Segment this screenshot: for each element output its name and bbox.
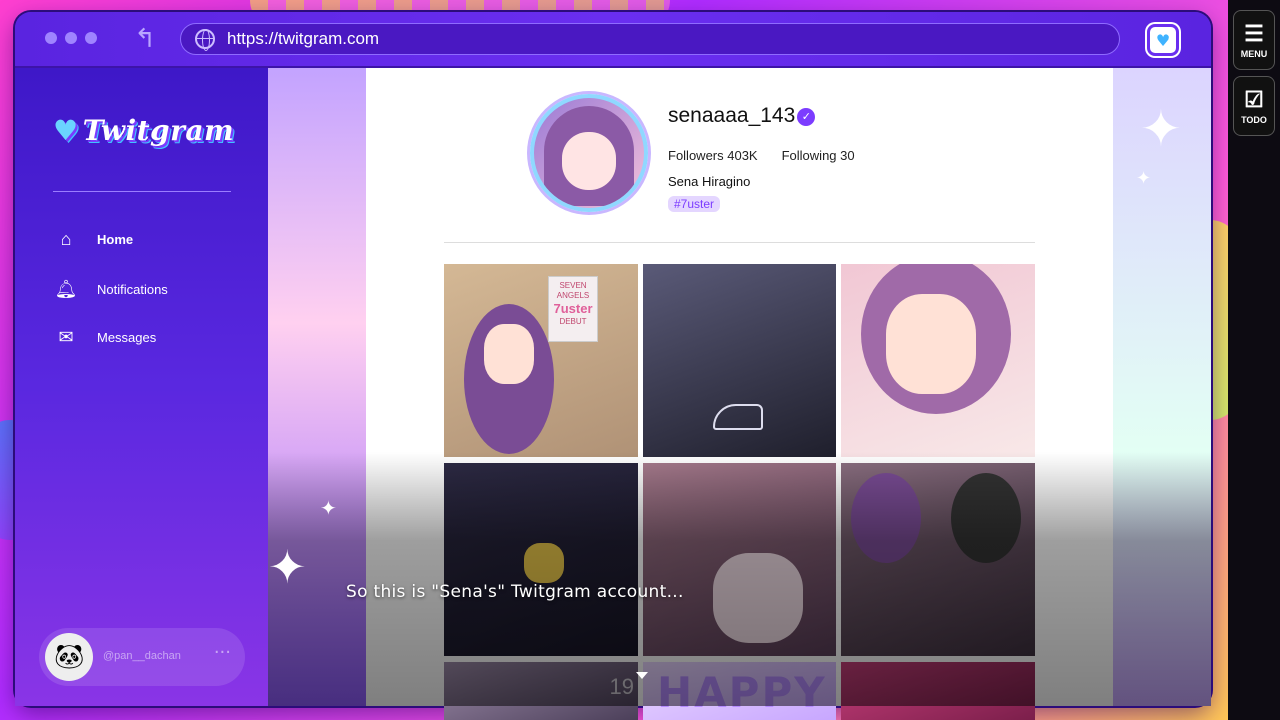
heart-app-icon[interactable]: ♥ — [1147, 24, 1179, 56]
window-dot — [45, 32, 57, 44]
todo-label: TODO — [1241, 115, 1267, 125]
sidebar-item-label: Notifications — [97, 281, 168, 297]
verified-badge-icon: ✓ — [797, 108, 816, 126]
window-dot — [65, 32, 77, 44]
sparkle-icon: ✦ — [320, 496, 337, 520]
url-text: https://twitgram.com — [227, 29, 380, 48]
sidebar-item-messages[interactable]: ✉ Messages — [55, 326, 156, 348]
user-handle: @pan__dachan — [103, 650, 181, 662]
profile-display-name: Sena Hiragino — [668, 174, 751, 189]
user-account-pill[interactable]: 🐼︎ @pan__dachan ··· — [39, 628, 245, 686]
menu-button[interactable]: ☰ MENU — [1233, 10, 1275, 70]
poster-brand: 7uster — [553, 301, 593, 316]
character-face — [484, 324, 534, 384]
back-arrow-icon[interactable]: ↰ — [130, 24, 160, 54]
mail-icon: ✉ — [58, 326, 74, 347]
profile-username: senaaaa_143 ✓ — [668, 104, 816, 128]
post-thumbnail[interactable] — [643, 264, 836, 457]
home-icon: ⌂ — [60, 228, 72, 249]
browser-toolbar: ↰ https://twitgram.com ♥ — [15, 12, 1211, 68]
poster-text: SEVEN ANGELS — [556, 281, 590, 300]
sparkle-icon: ✦ — [268, 540, 307, 594]
globe-icon — [195, 29, 215, 51]
username-text: senaaaa_143 — [668, 104, 796, 127]
profile-picture[interactable] — [530, 94, 648, 212]
sidebar: ♥ Twitgram ⌂ Home 🔔︎ Notifications ✉ Mess… — [15, 68, 268, 706]
window-dot — [85, 32, 97, 44]
sidebar-item-label: Home — [97, 231, 134, 247]
glass-slipper — [713, 404, 763, 430]
post-thumbnail[interactable]: SEVEN ANGELS 7uster DEBUT — [444, 264, 638, 457]
window-controls — [45, 32, 97, 44]
logo-text: Twitgram — [82, 114, 235, 147]
avatar: 🐼︎ — [45, 633, 93, 681]
dialogue-box[interactable] — [268, 452, 1211, 706]
post-thumbnail[interactable] — [841, 264, 1035, 457]
checklist-icon: ☑ — [1244, 87, 1264, 112]
game-side-rail: ☰ MENU ☑ TODO — [1228, 0, 1280, 720]
sidebar-item-label: Messages — [97, 329, 157, 345]
profile-divider — [444, 242, 1035, 243]
character-face — [886, 294, 976, 394]
following-count[interactable]: Following 30 — [782, 148, 855, 163]
sidebar-item-notifications[interactable]: 🔔︎ Notifications — [55, 278, 168, 300]
advance-dialogue-icon[interactable] — [636, 672, 648, 679]
menu-label: MENU — [1240, 49, 1268, 59]
sparkle-icon: ✦ — [1136, 168, 1152, 189]
sidebar-divider — [53, 191, 231, 192]
sidebar-item-home[interactable]: ⌂ Home — [55, 228, 134, 250]
more-options-icon[interactable]: ··· — [214, 642, 231, 663]
sparkle-icon: ✦ — [1140, 100, 1182, 158]
debut-poster: SEVEN ANGELS 7uster DEBUT — [548, 276, 598, 342]
bell-icon: 🔔︎ — [54, 278, 78, 299]
twitgram-logo: ♥ Twitgram — [53, 114, 234, 147]
followers-count[interactable]: Followers 403K — [668, 148, 758, 163]
todo-button[interactable]: ☑ TODO — [1233, 76, 1275, 136]
profile-hashtag[interactable]: #7uster — [668, 196, 721, 212]
heart-icon: ♥ — [53, 114, 79, 147]
profile-stats: Followers 403K Following 30 — [668, 148, 855, 163]
hamburger-icon: ☰ — [1244, 21, 1264, 46]
address-bar[interactable]: https://twitgram.com — [180, 23, 1120, 55]
poster-text: DEBUT — [559, 317, 587, 326]
dialogue-text: So this is "Sena's" Twitgram account... — [346, 582, 684, 602]
avatar-face — [562, 132, 616, 190]
